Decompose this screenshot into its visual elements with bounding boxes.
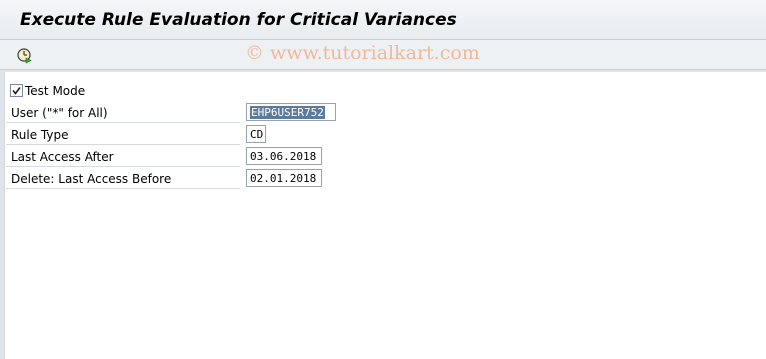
test-mode-checkbox[interactable]: [10, 84, 23, 97]
title-bar: Execute Rule Evaluation for Critical Var…: [0, 0, 766, 40]
user-input-value: EHP6USER752: [250, 106, 325, 119]
last-access-after-label: Last Access After: [11, 150, 114, 164]
selection-screen: [4, 72, 766, 359]
row-divider: [6, 144, 240, 145]
delete-last-access-before-input[interactable]: 02.01.2018: [246, 169, 322, 187]
watermark-text: © www.tutorialkart.com: [245, 42, 480, 64]
delete-last-access-before-label: Delete: Last Access Before: [11, 172, 172, 186]
test-mode-label: Test Mode: [25, 84, 86, 98]
execute-clock-icon: [17, 48, 32, 64]
row-divider: [6, 188, 240, 189]
execute-button[interactable]: [15, 46, 33, 64]
user-label: User ("*" for All): [11, 106, 108, 120]
last-access-after-input[interactable]: 03.06.2018: [246, 147, 322, 165]
rule-type-input[interactable]: CD: [246, 125, 266, 143]
user-input[interactable]: EHP6USER752: [246, 103, 336, 121]
row-divider: [6, 166, 240, 167]
row-divider: [6, 122, 240, 123]
page-title: Execute Rule Evaluation for Critical Var…: [20, 10, 457, 30]
rule-type-label: Rule Type: [11, 128, 69, 142]
window-frame: Execute Rule Evaluation for Critical Var…: [0, 0, 766, 359]
checkmark-icon: [12, 87, 21, 95]
